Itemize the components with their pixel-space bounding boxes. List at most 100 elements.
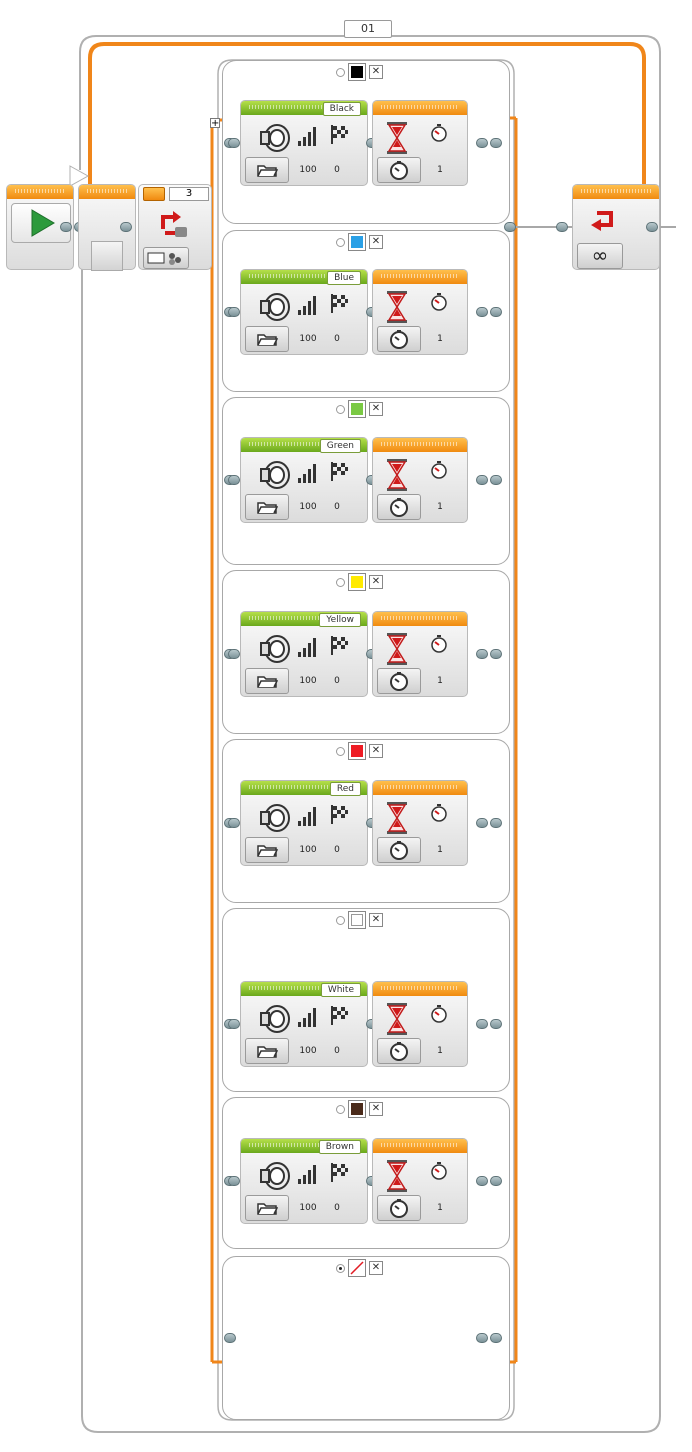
sound-file-label[interactable]: Red: [329, 782, 361, 796]
wait-output-connector[interactable]: [476, 818, 488, 828]
case-output-connector[interactable]: [490, 138, 502, 148]
sound-file-label[interactable]: White: [320, 983, 361, 997]
loop-body-connector[interactable]: [120, 222, 132, 232]
wait-block[interactable]: 1: [372, 981, 468, 1067]
wait-output-connector[interactable]: [476, 307, 488, 317]
delete-case-button[interactable]: ✕: [369, 575, 383, 589]
default-case-radio[interactable]: [336, 1263, 345, 1273]
play-type-value[interactable]: 0: [325, 1044, 349, 1058]
volume-value[interactable]: 100: [295, 843, 321, 857]
play-type-value[interactable]: 0: [325, 500, 349, 514]
wait-output-connector[interactable]: [476, 1019, 488, 1029]
sound-mode-button[interactable]: [245, 494, 289, 520]
wait-mode-button[interactable]: [377, 837, 421, 863]
play-type-value[interactable]: 0: [325, 674, 349, 688]
add-case-button[interactable]: +: [210, 118, 220, 129]
loop-mode-button[interactable]: ∞: [577, 243, 623, 269]
sound-mode-button[interactable]: [245, 837, 289, 863]
case-output-connector[interactable]: [490, 649, 502, 659]
sound-block[interactable]: Green 100 0: [240, 437, 368, 523]
volume-value[interactable]: 100: [295, 674, 321, 688]
default-case-radio[interactable]: [336, 67, 345, 77]
play-type-value[interactable]: 0: [325, 843, 349, 857]
sound-block[interactable]: White 100 0: [240, 981, 368, 1067]
case-output-connector[interactable]: [490, 818, 502, 828]
sound-block[interactable]: Brown 100 0: [240, 1138, 368, 1224]
sound-mode-button[interactable]: [245, 157, 289, 183]
default-case-radio[interactable]: [336, 237, 345, 247]
delete-case-button[interactable]: ✕: [369, 744, 383, 758]
wait-block[interactable]: 1: [372, 100, 468, 186]
sound-block[interactable]: Blue 100 0: [240, 269, 368, 355]
port-selector-icon[interactable]: [143, 187, 165, 201]
sound-mode-button[interactable]: [245, 1195, 289, 1221]
volume-value[interactable]: 100: [295, 332, 321, 346]
sound-file-label[interactable]: Green: [319, 439, 361, 453]
delete-case-button[interactable]: ✕: [369, 1261, 383, 1275]
switch-port-value[interactable]: 3: [169, 187, 209, 201]
loop-name-label[interactable]: 01: [344, 20, 392, 38]
play-type-value[interactable]: 0: [325, 163, 349, 177]
case-color-selector[interactable]: [348, 233, 366, 251]
case-color-selector[interactable]: [348, 63, 366, 81]
sound-block[interactable]: Yellow 100 0: [240, 611, 368, 697]
volume-value[interactable]: 100: [295, 500, 321, 514]
case-input-connector[interactable]: [228, 1019, 240, 1029]
wait-mode-button[interactable]: [377, 1195, 421, 1221]
switch-block[interactable]: 3: [138, 184, 212, 270]
case-color-selector[interactable]: [348, 911, 366, 929]
default-case-radio[interactable]: [336, 404, 345, 414]
delete-case-button[interactable]: ✕: [369, 1102, 383, 1116]
case-input-connector[interactable]: [224, 1333, 236, 1343]
loop-end-output-connector[interactable]: [646, 222, 658, 232]
case-output-connector[interactable]: [490, 307, 502, 317]
sound-file-label[interactable]: Brown: [318, 1140, 361, 1154]
sound-mode-button[interactable]: [245, 668, 289, 694]
wait-block[interactable]: 1: [372, 780, 468, 866]
default-case-radio[interactable]: [336, 915, 345, 925]
wait-seconds-value[interactable]: 1: [429, 674, 451, 688]
wait-output-connector[interactable]: [476, 1176, 488, 1186]
case-output-connector[interactable]: [490, 475, 502, 485]
case-color-selector[interactable]: [348, 1100, 366, 1118]
wait-mode-button[interactable]: [377, 668, 421, 694]
case-output-connector[interactable]: [490, 1333, 502, 1343]
wait-mode-button[interactable]: [377, 1038, 421, 1064]
wait-seconds-value[interactable]: 1: [429, 1044, 451, 1058]
case-color-selector[interactable]: [348, 1259, 366, 1277]
default-case-radio[interactable]: [336, 746, 345, 756]
wait-block[interactable]: 1: [372, 437, 468, 523]
wait-mode-button[interactable]: [377, 326, 421, 352]
delete-case-button[interactable]: ✕: [369, 65, 383, 79]
switch-output-connector[interactable]: [504, 222, 516, 232]
play-type-value[interactable]: 0: [325, 1201, 349, 1215]
sound-mode-button[interactable]: [245, 1038, 289, 1064]
case-color-selector[interactable]: [348, 573, 366, 591]
default-case-radio[interactable]: [336, 577, 345, 587]
case-color-selector[interactable]: [348, 400, 366, 418]
volume-value[interactable]: 100: [295, 163, 321, 177]
wait-seconds-value[interactable]: 1: [429, 163, 451, 177]
wait-block[interactable]: 1: [372, 1138, 468, 1224]
wait-output-connector[interactable]: [476, 475, 488, 485]
volume-value[interactable]: 100: [295, 1044, 321, 1058]
volume-value[interactable]: 100: [295, 1201, 321, 1215]
wait-seconds-value[interactable]: 1: [429, 843, 451, 857]
delete-case-button[interactable]: ✕: [369, 402, 383, 416]
case-color-selector[interactable]: [348, 742, 366, 760]
case-input-connector[interactable]: [228, 138, 240, 148]
wait-output-connector[interactable]: [476, 138, 488, 148]
case-input-connector[interactable]: [228, 475, 240, 485]
case-input-connector[interactable]: [228, 649, 240, 659]
wait-block[interactable]: 1: [372, 269, 468, 355]
sound-block[interactable]: Red 100 0: [240, 780, 368, 866]
sound-block[interactable]: Black 100 0: [240, 100, 368, 186]
case-input-connector[interactable]: [228, 818, 240, 828]
case-output-connector[interactable]: [476, 1333, 488, 1343]
wait-seconds-value[interactable]: 1: [429, 500, 451, 514]
delete-case-button[interactable]: ✕: [369, 235, 383, 249]
wait-mode-button[interactable]: [377, 157, 421, 183]
sound-file-label[interactable]: Black: [322, 102, 361, 116]
wait-mode-button[interactable]: [377, 494, 421, 520]
sound-mode-button[interactable]: [245, 326, 289, 352]
